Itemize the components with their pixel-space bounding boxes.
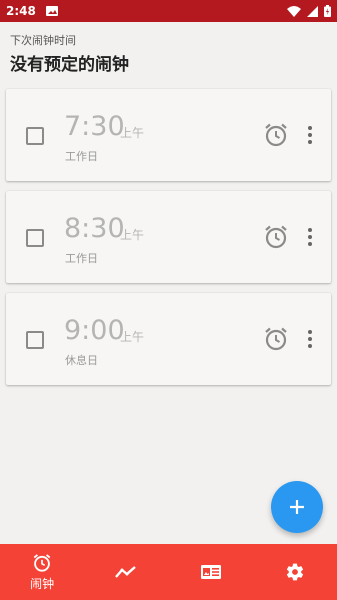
alarm-ampm: 上午 [120, 228, 145, 242]
news-card-icon [200, 565, 221, 579]
alarm-ampm: 上午 [120, 330, 145, 344]
bottom-navigation: 闹钟 [0, 544, 337, 600]
status-bar: 2:48 [0, 0, 337, 22]
alarm-repeat-label: 工作日 [65, 150, 98, 163]
nav-item-news[interactable] [169, 544, 253, 600]
battery-icon [324, 5, 331, 17]
signal-icon [307, 5, 318, 17]
plus-icon [290, 500, 304, 514]
alarm-enable-checkbox[interactable] [26, 331, 44, 349]
alarm-repeat-label: 工作日 [65, 252, 98, 265]
alarm-card[interactable]: 7:30 上午 工作日 [6, 89, 331, 181]
nav-item-stats[interactable] [84, 544, 168, 600]
alarm-enable-checkbox[interactable] [26, 229, 44, 247]
alarm-repeat-label: 休息日 [65, 354, 98, 367]
alarm-time: 9:00 [64, 315, 125, 346]
header: 下次闹钟时间 没有预定的闹钟 [0, 22, 337, 80]
alarm-time: 8:30 [64, 213, 125, 244]
alarm-list: 7:30 上午 工作日 8:30 上午 工作日 9:00 上午 休息日 [6, 89, 331, 395]
alarm-ampm: 上午 [120, 126, 145, 140]
alarm-clock-icon [33, 553, 51, 572]
nav-item-settings[interactable] [253, 544, 337, 600]
image-notification-icon [45, 6, 58, 16]
wifi-icon [287, 5, 301, 17]
more-vert-icon[interactable] [306, 227, 314, 247]
gear-icon [286, 563, 303, 581]
alarm-enable-checkbox[interactable] [26, 127, 44, 145]
add-alarm-button[interactable] [271, 481, 323, 533]
alarm-card[interactable]: 9:00 上午 休息日 [6, 293, 331, 385]
alarm-time: 7:30 [64, 111, 125, 142]
alarm-clock-icon[interactable] [263, 326, 289, 352]
page-title: 没有预定的闹钟 [10, 55, 129, 75]
status-time: 2:48 [6, 4, 36, 18]
stats-chart-icon [115, 566, 137, 578]
alarm-clock-icon[interactable] [263, 224, 289, 250]
more-vert-icon[interactable] [306, 329, 314, 349]
alarm-card[interactable]: 8:30 上午 工作日 [6, 191, 331, 283]
nav-item-label: 闹钟 [30, 576, 55, 591]
alarm-clock-icon[interactable] [263, 122, 289, 148]
more-vert-icon[interactable] [306, 125, 314, 145]
nav-item-alarm[interactable]: 闹钟 [0, 544, 84, 600]
next-alarm-label: 下次闹钟时间 [10, 34, 76, 47]
